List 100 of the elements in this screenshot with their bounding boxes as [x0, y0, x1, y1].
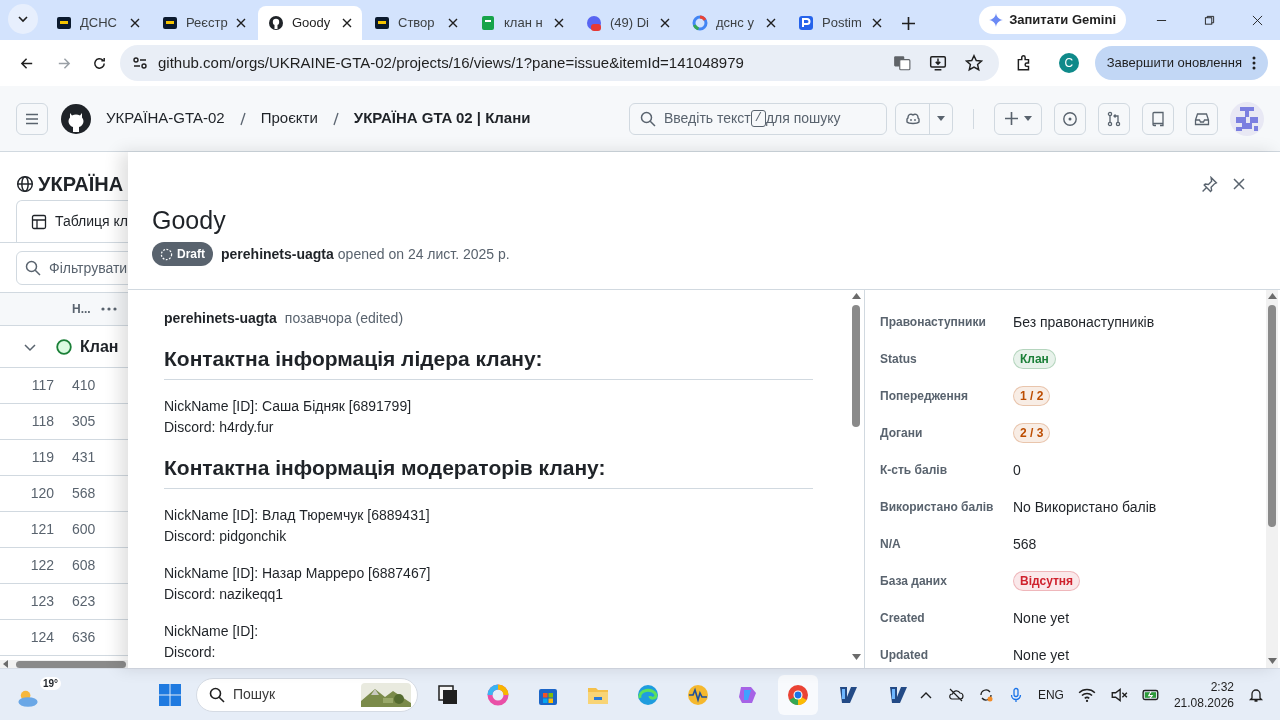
favicon-icon: [480, 15, 496, 31]
more-icon[interactable]: [100, 307, 117, 311]
update-button[interactable]: Завершити оновлення: [1094, 46, 1268, 80]
site-settings-icon[interactable]: [132, 55, 148, 71]
caret-icon: [1023, 116, 1032, 121]
draft-circle-icon: [160, 247, 173, 261]
browser-tab[interactable]: ДСНС: [46, 6, 150, 40]
table-cell-text: 600: [72, 520, 96, 539]
search-icon: [208, 686, 225, 703]
close-icon[interactable]: [342, 18, 352, 28]
comment-paragraph: NickName [ID]: Влад Тюремчук [6889431] Discord: pidgonchik: [164, 506, 431, 546]
create-new-button[interactable]: [994, 102, 1042, 135]
menu-button[interactable]: [16, 102, 48, 135]
close-icon[interactable]: [660, 18, 670, 28]
opened-text: opened on 24 лист. 2025 р.: [337, 244, 510, 264]
table-icon: [31, 213, 47, 230]
close-icon[interactable]: [130, 18, 140, 28]
language-indicator[interactable]: ENG: [1037, 685, 1064, 704]
sync-icon[interactable]: [977, 686, 994, 703]
comment-author[interactable]: perehinets-uagta: [164, 308, 277, 329]
tab-title: Створ: [398, 14, 436, 33]
scroll-down-arrow-icon[interactable]: [1267, 658, 1277, 664]
scrollbar-thumb[interactable]: [1268, 305, 1276, 527]
column-header[interactable]: Н...: [72, 300, 91, 318]
star-icon[interactable]: [964, 54, 983, 72]
scroll-up-arrow-icon[interactable]: [1267, 293, 1277, 299]
favicon-icon: [586, 15, 602, 31]
tab-title: (49) Di: [610, 14, 650, 33]
favicon-icon: [798, 15, 814, 31]
close-icon[interactable]: [236, 18, 246, 28]
header-icon-button[interactable]: [1186, 102, 1218, 135]
pin-icon[interactable]: [1201, 176, 1218, 193]
tab-search-button[interactable]: [8, 4, 38, 34]
breadcrumb-link[interactable]: УКРАЇНА GTA 02 | Клани: [353, 107, 531, 130]
field-label: Status: [880, 351, 918, 368]
ring-icon: [485, 682, 510, 707]
breadcrumb-link[interactable]: Проєкти: [260, 107, 318, 130]
scroll-left-arrow-icon[interactable]: [2, 660, 10, 668]
github-logo-icon[interactable]: [60, 102, 92, 135]
browser-tab[interactable]: дснс у: [682, 6, 786, 40]
search-icon: [640, 110, 656, 127]
header-icon-button[interactable]: [1054, 102, 1086, 135]
search-field[interactable]: Введіть текст / для пошуку: [629, 102, 887, 135]
scrollbar-thumb[interactable]: [852, 305, 860, 427]
reload-icon: [91, 55, 107, 71]
field-badge: 2 / 3: [1013, 423, 1051, 443]
tab-title: Goody: [292, 14, 332, 33]
clock[interactable]: 2:32 21.08.2026: [1173, 678, 1234, 711]
row-number: 124: [29, 628, 54, 647]
favicon-icon: [374, 15, 390, 31]
header-icon-button[interactable]: [1098, 102, 1130, 135]
address-bar[interactable]: github.com/orgs/UKRAINE-GTA-02/projects/16/views/1?pane=issue&itemId=141048979: [120, 45, 999, 81]
issues-icon: [1062, 110, 1078, 127]
draft-badge: Draft: [152, 242, 213, 266]
field-badge: 1 / 2: [1013, 386, 1051, 406]
browser-tab[interactable]: (49) Di: [576, 6, 680, 40]
close-icon[interactable]: [872, 18, 882, 28]
header-icon-button[interactable]: [1142, 102, 1174, 135]
scroll-down-arrow-icon[interactable]: [851, 654, 861, 660]
close-icon[interactable]: [448, 18, 458, 28]
row-number: 119: [30, 448, 54, 467]
issue-title: Goody: [152, 205, 227, 236]
notification-bell-icon[interactable]: [1248, 686, 1264, 703]
windows-start-icon[interactable]: [157, 682, 182, 707]
more-icon: [1252, 56, 1256, 70]
breadcrumb-link[interactable]: УКРАЇНА-GTA-02: [106, 107, 225, 130]
user-avatar[interactable]: [1230, 101, 1264, 136]
close-icon[interactable]: [554, 18, 564, 28]
close-icon[interactable]: [1233, 178, 1245, 190]
table-cell-text: 608: [72, 556, 96, 575]
scrollbar-thumb[interactable]: [16, 660, 126, 668]
browser-tab[interactable]: клан н: [470, 6, 574, 40]
install-app-icon[interactable]: [928, 54, 947, 72]
comment-paragraph: NickName [ID]: Discord:: [164, 622, 260, 662]
table-cell-text: 568: [72, 484, 96, 503]
taskbar-search-field[interactable]: Пошук: [195, 677, 418, 712]
row-number: 121: [29, 520, 54, 539]
field-value: None yet: [1013, 646, 1070, 665]
tab-title: Postim: [822, 14, 863, 33]
scroll-up-arrow-icon[interactable]: [851, 293, 861, 299]
gemini-button[interactable]: Запитати Gemini: [979, 6, 1126, 34]
author-link[interactable]: perehinets-uagta: [221, 243, 334, 265]
browser-tab[interactable]: Реєстр: [152, 6, 256, 40]
field-label: База даних: [880, 573, 948, 590]
browser-tab[interactable]: Створ: [364, 6, 468, 40]
speaker-muted-icon[interactable]: [1109, 685, 1128, 704]
translate-icon[interactable]: [892, 54, 911, 72]
table-cell-text: 431: [72, 448, 96, 467]
chevron-down-icon: [17, 13, 29, 25]
close-icon[interactable]: [766, 18, 776, 28]
pull-request-icon: [1106, 110, 1122, 127]
tab-title: Реєстр: [186, 14, 228, 33]
section-heading: Контактна інформація лідера клану:: [164, 345, 813, 380]
comment-time: позавчора (edited): [284, 309, 404, 328]
profile-avatar[interactable]: C: [1058, 53, 1079, 73]
field-value: None yet: [1013, 609, 1070, 628]
browser-tab[interactable]: Postim: [788, 6, 892, 40]
browser-tab[interactable]: Goody: [258, 6, 362, 40]
field-badge: Клан: [1013, 349, 1056, 369]
cloud-off-icon[interactable]: [947, 686, 964, 703]
